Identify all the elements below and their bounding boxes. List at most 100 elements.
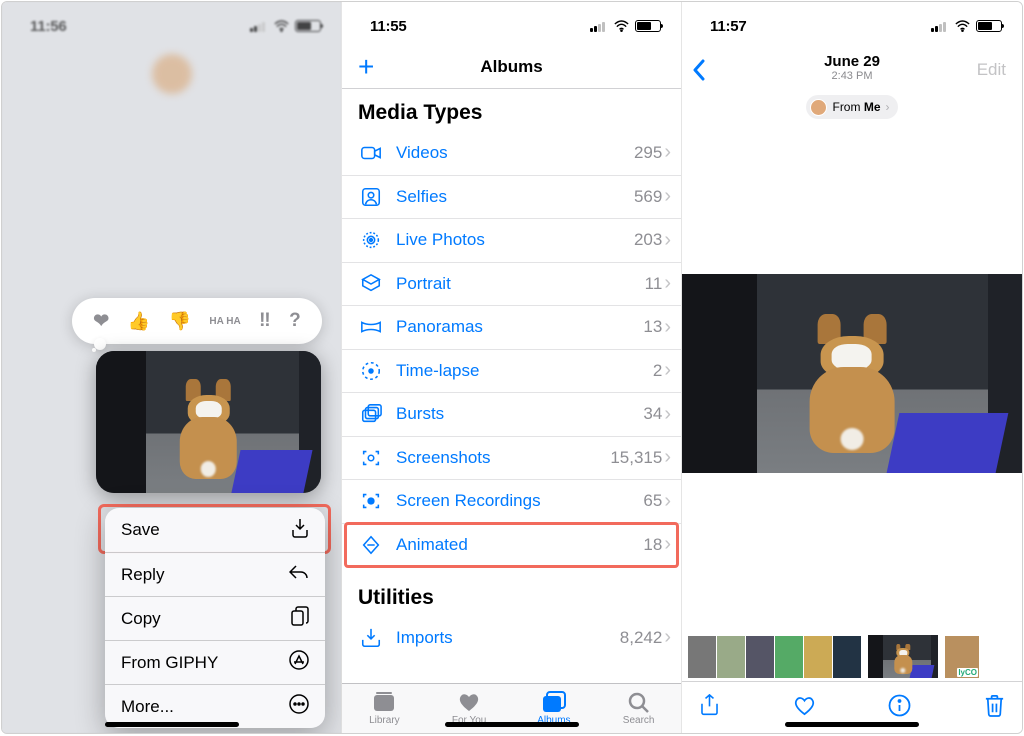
chevron-right-icon: › [664, 403, 671, 426]
thumbs-down-reaction[interactable]: 👎 [169, 311, 191, 332]
filmstrip-thumb[interactable] [804, 636, 832, 678]
filmstrip-thumb[interactable]: lyCO [945, 636, 979, 678]
favorite-button[interactable] [793, 694, 816, 722]
status-time: 11:56 [30, 18, 67, 35]
context-label: Reply [121, 565, 164, 585]
screenshots-icon [358, 447, 384, 469]
message-image[interactable] [96, 351, 321, 493]
context-copy[interactable]: Copy [105, 596, 325, 640]
filmstrip-thumb[interactable] [775, 636, 803, 678]
media-type-row-portrait[interactable]: Portrait11› [342, 262, 681, 306]
home-indicator [785, 722, 919, 727]
tab-library[interactable]: Library [342, 684, 427, 733]
row-label: Live Photos [396, 230, 634, 250]
copy-icon [291, 606, 309, 631]
media-type-row-screenshots[interactable]: Screenshots15,315› [342, 436, 681, 480]
filmstrip-thumb[interactable] [833, 636, 861, 678]
status-time: 11:57 [710, 18, 747, 35]
info-button[interactable] [888, 694, 911, 722]
edit-button[interactable]: Edit [977, 60, 1006, 80]
status-indicators [931, 20, 1002, 32]
row-label: Screenshots [396, 448, 610, 468]
battery-icon [295, 20, 321, 32]
row-label: Selfies [396, 187, 634, 207]
context-from-giphy[interactable]: From GIPHY [105, 640, 325, 684]
cell-signal-icon [931, 20, 949, 32]
tab-search[interactable]: Search [596, 684, 681, 733]
battery-icon [635, 20, 661, 32]
context-label: More... [121, 697, 174, 717]
chevron-right-icon: › [664, 229, 671, 252]
row-label: Portrait [396, 274, 645, 294]
row-count: 34 [643, 404, 662, 424]
download-icon [291, 518, 309, 543]
thumb-badge: lyCO [957, 668, 978, 677]
photo-header: June 29 2:43 PM Edit [682, 46, 1022, 89]
chevron-right-icon: › [886, 100, 890, 114]
heart-reaction[interactable]: ❤ [93, 310, 109, 333]
appstore-icon [289, 650, 309, 675]
imports-icon [358, 627, 384, 649]
filmstrip-current[interactable] [867, 634, 939, 679]
videos-icon [358, 142, 384, 164]
chevron-right-icon: › [664, 533, 671, 556]
context-label: Save [121, 520, 160, 540]
from-chip[interactable]: From Me › [806, 95, 897, 119]
reply-icon [289, 564, 309, 585]
row-label: Imports [396, 628, 620, 648]
media-type-row-videos[interactable]: Videos295› [342, 131, 681, 175]
foryou-tab-icon [457, 691, 481, 713]
status-time: 11:55 [370, 18, 407, 35]
media-type-row-time-lapse[interactable]: Time-lapse2› [342, 349, 681, 393]
share-button[interactable] [698, 694, 721, 722]
row-label: Screen Recordings [396, 491, 643, 511]
delete-button[interactable] [983, 694, 1006, 722]
status-indicators [250, 20, 321, 32]
filmstrip[interactable]: lyCO [682, 634, 1022, 679]
media-types-header: Media Types [342, 95, 681, 131]
media-type-row-live-photos[interactable]: Live Photos203› [342, 218, 681, 262]
context-label: From GIPHY [121, 653, 218, 673]
chevron-right-icon: › [664, 490, 671, 513]
media-type-row-imports[interactable]: Imports8,242› [342, 616, 681, 660]
media-type-row-screen-recordings[interactable]: Screen Recordings65› [342, 479, 681, 523]
media-type-row-animated[interactable]: Animated18› [342, 523, 681, 567]
chevron-right-icon: › [664, 359, 671, 382]
ellipsis-icon [289, 694, 309, 719]
wifi-icon [954, 20, 971, 32]
row-count: 18 [643, 535, 662, 555]
albums-tab-icon [542, 691, 566, 713]
photo-hero[interactable] [682, 274, 1022, 473]
thumbs-up-reaction[interactable]: 👍 [128, 311, 150, 332]
from-avatar [810, 99, 827, 116]
row-label: Panoramas [396, 317, 643, 337]
tab-label: Search [623, 715, 655, 726]
row-label: Videos [396, 143, 634, 163]
chevron-right-icon: › [664, 446, 671, 469]
filmstrip-thumb[interactable] [717, 636, 745, 678]
add-button[interactable]: + [358, 56, 374, 78]
utilities-header: Utilities [342, 580, 681, 616]
row-count: 8,242 [620, 628, 663, 648]
home-indicator [445, 722, 579, 727]
filmstrip-thumb[interactable] [746, 636, 774, 678]
wifi-icon [273, 20, 290, 32]
back-button[interactable] [692, 56, 706, 88]
question-reaction[interactable]: ? [289, 310, 301, 332]
livephotos-icon [358, 229, 384, 251]
media-type-row-selfies[interactable]: Selfies569› [342, 175, 681, 219]
context-menu: Save Reply Copy From GIPHY More... [105, 508, 325, 728]
status-bar: 11:57 [682, 2, 1022, 46]
media-type-row-bursts[interactable]: Bursts34› [342, 392, 681, 436]
media-type-row-panoramas[interactable]: Panoramas13› [342, 305, 681, 349]
exclaim-reaction[interactable]: ‼ [259, 310, 270, 332]
tapback-bar: ❤ 👍 👎 HA HA ‼ ? [72, 298, 322, 344]
photo-date: June 29 [824, 53, 880, 70]
context-reply[interactable]: Reply [105, 552, 325, 596]
chevron-right-icon: › [664, 626, 671, 649]
context-save[interactable]: Save [105, 508, 325, 552]
haha-reaction[interactable]: HA HA [209, 317, 240, 326]
tab-label: Library [369, 715, 400, 726]
filmstrip-thumb[interactable] [688, 636, 716, 678]
status-bar: 11:56 [2, 2, 341, 46]
